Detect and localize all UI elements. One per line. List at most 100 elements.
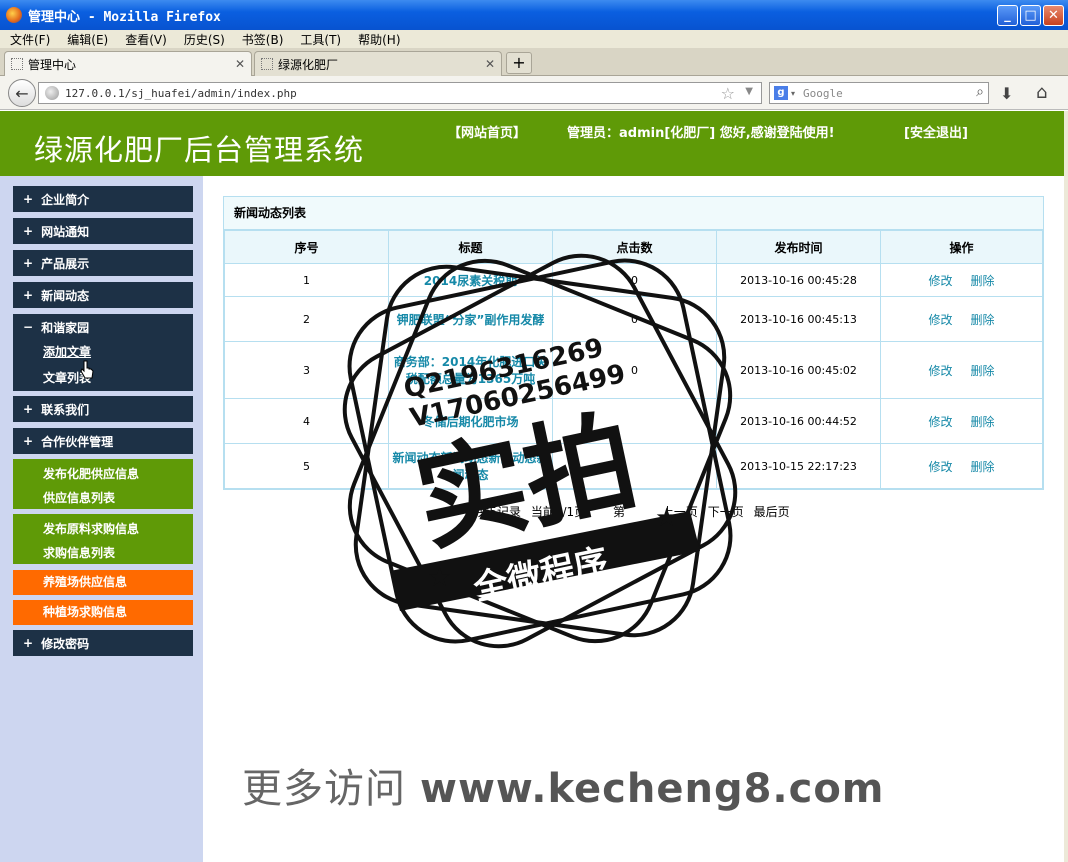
menu-bar: 文件(F) 编辑(E) 查看(V) 历史(S) 书签(B) 工具(T) 帮助(H… (0, 30, 1068, 48)
chevron-down-icon[interactable]: ▼ (745, 86, 753, 97)
download-icon[interactable]: ⬇ (1000, 84, 1013, 103)
table-row: 5 新闻动态新闻动态新闻动态新闻动态 2013-10-15 22:17:23 修… (224, 443, 1043, 489)
sidebar-item-news[interactable]: + 新闻动态 (13, 282, 193, 308)
tab-admin[interactable]: 管理中心 ✕ (4, 51, 252, 76)
menu-bookmarks[interactable]: 书签(B) (242, 31, 284, 48)
prev-page-link[interactable]: 上一页 (662, 505, 698, 519)
publish-supply-link[interactable]: 发布化肥供应信息 (43, 465, 139, 482)
delete-link[interactable]: 删除 (971, 460, 995, 474)
tab-bar: 管理中心 ✕ 绿源化肥厂 ✕ + (0, 48, 1068, 76)
table-row: 3 商务部：2014年化肥进口关税配额总量为1365万吨 0 2013-10-1… (224, 341, 1043, 399)
delete-link[interactable]: 删除 (971, 364, 995, 378)
edit-link[interactable]: 修改 (928, 460, 952, 474)
chevron-down-icon[interactable]: ▾ (791, 89, 795, 98)
new-tab-button[interactable]: + (506, 52, 532, 74)
back-button[interactable]: ← (8, 79, 36, 107)
footer-url: www.kecheng8.com (420, 766, 885, 812)
minimize-button[interactable]: _ (997, 5, 1018, 26)
sidebar-item-company[interactable]: + 企业简介 (13, 186, 193, 212)
google-icon[interactable]: g (774, 86, 788, 100)
cell-no: 1 (224, 263, 389, 297)
sidebar-item-products[interactable]: + 产品展示 (13, 250, 193, 276)
title-link[interactable]: 商务部：2014年化肥进口关税配额总量为1365万吨 (394, 355, 547, 386)
delete-link[interactable]: 删除 (971, 415, 995, 429)
search-icon[interactable]: ⌕ (976, 84, 984, 100)
url-text: 127.0.0.1/sj_huafei/admin/index.php (65, 86, 297, 100)
footer-watermark: 更多访问 www.kecheng8.com (242, 756, 884, 814)
sidebar-item-label: 联系我们 (41, 402, 90, 417)
tab-site[interactable]: 绿源化肥厂 ✕ (254, 51, 502, 76)
add-article-link[interactable]: 添加文章 (43, 343, 91, 360)
minus-icon: − (23, 320, 34, 334)
pager-current: 当前1/1页 (530, 505, 587, 519)
footer-cn: 更多访问 (242, 766, 406, 812)
menu-file[interactable]: 文件(F) (10, 31, 50, 48)
site-header: 绿源化肥厂后台管理系统 【网站首页】 管理员：admin[化肥厂] 您好,感谢登… (0, 111, 1064, 176)
next-page-link[interactable]: 下一页 (708, 505, 744, 519)
bookmark-star-icon[interactable]: ☆ (721, 84, 735, 103)
cell-title: 2014尿素关税期 (388, 263, 553, 297)
delete-link[interactable]: 删除 (971, 274, 995, 288)
close-tab-icon[interactable]: ✕ (485, 57, 495, 71)
cell-no: 5 (224, 443, 389, 489)
cell-title: 钾肥联盟“分家”副作用发酵 (388, 296, 553, 342)
sidebar-item-label: 合作伙伴管理 (41, 434, 114, 449)
logout-link[interactable]: [安全退出] (904, 122, 968, 141)
supply-list-link[interactable]: 供应信息列表 (43, 489, 115, 506)
cell-clicks (552, 443, 717, 489)
publish-purchase-link[interactable]: 发布原料求购信息 (43, 520, 139, 537)
edit-link[interactable]: 修改 (928, 274, 952, 288)
col-header-title: 标题 (388, 230, 553, 264)
col-header-clicks: 点击数 (552, 230, 717, 264)
cell-no: 4 (224, 398, 389, 444)
cell-title: 冬储后期化肥市场 (388, 398, 553, 444)
cell-time: 2013-10-16 00:44:52 (716, 398, 881, 444)
sidebar-item-notice[interactable]: + 网站通知 (13, 218, 193, 244)
edit-link[interactable]: 修改 (928, 364, 952, 378)
cell-clicks: 0 (552, 263, 717, 297)
hand-cursor-icon (80, 360, 94, 379)
edit-link[interactable]: 修改 (928, 313, 952, 327)
menu-help[interactable]: 帮助(H) (358, 31, 400, 48)
sidebar-item-contact[interactable]: + 联系我们 (13, 396, 193, 422)
search-input[interactable]: g ▾ Google ⌕ (769, 82, 989, 104)
globe-icon (45, 86, 59, 100)
cell-no: 2 (224, 296, 389, 342)
farm-supply-link[interactable]: 养殖场供应信息 (13, 570, 193, 595)
menu-history[interactable]: 历史(S) (184, 31, 225, 48)
menu-view[interactable]: 查看(V) (125, 31, 167, 48)
sidebar-item-label: 修改密码 (41, 636, 90, 651)
close-tab-icon[interactable]: ✕ (235, 57, 245, 71)
menu-edit[interactable]: 编辑(E) (67, 31, 108, 48)
page-icon (261, 58, 273, 70)
plus-icon: + (23, 288, 34, 302)
sidebar-item-harmony[interactable]: − 和谐家园 (13, 314, 193, 340)
pagination: 共5记录 当前1/1页 第 上一页 下一页 最后页 (203, 503, 1064, 520)
title-link[interactable]: 钾肥联盟“分家”副作用发酵 (397, 313, 545, 327)
pager-total: 共5记录 (477, 505, 522, 519)
title-link[interactable]: 冬储后期化肥市场 (422, 415, 518, 429)
cell-title: 新闻动态新闻动态新闻动态新闻动态 (388, 443, 553, 489)
navigation-bar: ← 127.0.0.1/sj_huafei/admin/index.php ☆ … (0, 76, 1068, 110)
menu-tools[interactable]: 工具(T) (300, 31, 341, 48)
sidebar-subpanel: 添加文章 文章列表 (13, 339, 193, 391)
url-bar[interactable]: 127.0.0.1/sj_huafei/admin/index.php ☆ ▼ (38, 82, 762, 104)
delete-link[interactable]: 删除 (971, 313, 995, 327)
purchase-list-link[interactable]: 求购信息列表 (43, 544, 115, 561)
cell-actions: 修改 删除 (880, 398, 1043, 444)
maximize-button[interactable]: □ (1020, 5, 1041, 26)
title-link[interactable]: 新闻动态新闻动态新闻动态新闻动态 (392, 451, 548, 482)
scrollbar[interactable] (1064, 111, 1068, 862)
plant-purchase-link[interactable]: 种植场求购信息 (13, 600, 193, 625)
sidebar-item-partners[interactable]: + 合作伙伴管理 (13, 428, 193, 454)
cell-time: 2013-10-16 00:45:02 (716, 341, 881, 399)
home-icon[interactable]: ⌂ (1036, 82, 1047, 103)
table-row: 4 冬储后期化肥市场 2013-10-16 00:44:52 修改 删除 (224, 398, 1043, 444)
edit-link[interactable]: 修改 (928, 415, 952, 429)
cell-actions: 修改 删除 (880, 296, 1043, 342)
home-link[interactable]: 【网站首页】 (448, 122, 526, 141)
sidebar-item-password[interactable]: + 修改密码 (13, 630, 193, 656)
close-window-button[interactable]: ✕ (1043, 5, 1064, 26)
title-link[interactable]: 2014尿素关税期 (424, 274, 517, 288)
last-page-link[interactable]: 最后页 (754, 505, 790, 519)
